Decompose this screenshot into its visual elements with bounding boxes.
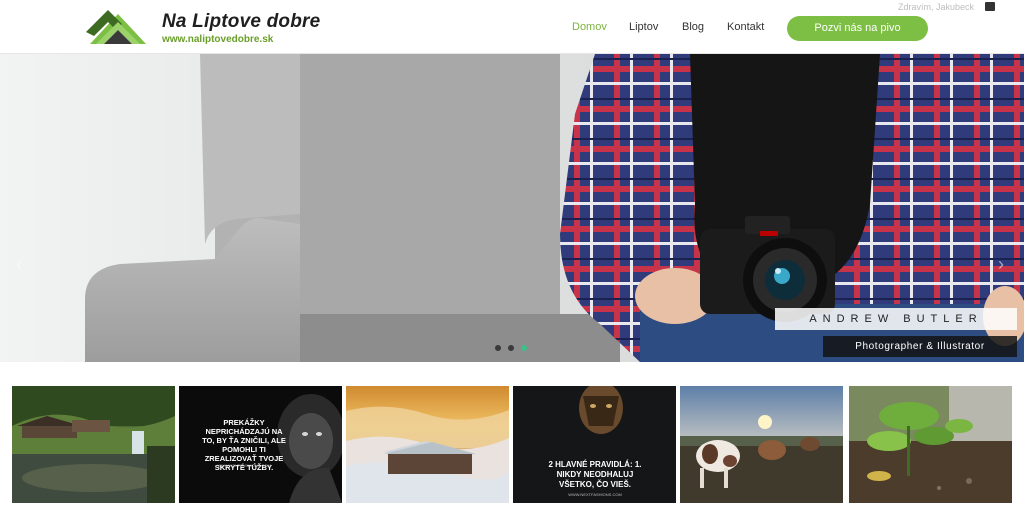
slider-dot-3[interactable]	[521, 345, 527, 351]
site-url: www.naliptovedobre.sk	[162, 34, 274, 45]
mountains-logo-icon	[86, 10, 146, 44]
thumbnail-plant-closeup[interactable]	[849, 386, 1012, 503]
thumbnail-gallery: PREKÁŽKY NEPRICHÁDZAJÚ NA TO, BY ŤA ZNIČ…	[12, 386, 1012, 503]
nav-item-liptov[interactable]: Liptov	[629, 21, 658, 33]
site-header: Na Liptove dobre www.naliptovedobre.sk D…	[0, 0, 1024, 54]
nav-item-domov[interactable]: Domov	[572, 21, 607, 33]
user-avatar-icon[interactable]	[985, 2, 995, 11]
tiger-quote-source: WWW.NEXTFASHIONS.COM	[568, 492, 622, 497]
slider-dot-1[interactable]	[495, 345, 501, 351]
thumbnail-mill-waterfall[interactable]	[12, 386, 175, 503]
nav-item-kontakt[interactable]: Kontakt	[727, 21, 764, 33]
cows-sunset-image	[680, 386, 843, 503]
thumbnail-cows-sunset[interactable]	[680, 386, 843, 503]
slider-dot-2[interactable]	[508, 345, 514, 351]
slide-caption-role: Photographer & Illustrator	[823, 336, 1017, 357]
cabin-clouds-image	[346, 386, 509, 503]
hero-slider[interactable]: ‹ › ANDREW BUTLER Photographer & Illustr…	[0, 54, 1024, 362]
top-user-greeting[interactable]: Zdravím, Jakubeck	[898, 2, 974, 12]
thumbnail-tiger-quote[interactable]: 2 HLAVNÉ PRAVIDLÁ: 1. NIKDY NEODHALUJ VŠ…	[513, 386, 676, 503]
plant-image	[849, 386, 1012, 503]
slide-caption-name: ANDREW BUTLER	[775, 308, 1017, 330]
tiger-quote-text: 2 HLAVNÉ PRAVIDLÁ: 1. NIKDY NEODHALUJ VŠ…	[548, 460, 642, 489]
lion-quote-source: WWW.NEXTFASHIONS.COM	[217, 463, 271, 468]
chevron-left-icon[interactable]: ‹	[16, 254, 22, 275]
thumbnail-cabin-clouds[interactable]	[346, 386, 509, 503]
thumbnail-lion-quote[interactable]: PREKÁŽKY NEPRICHÁDZAJÚ NA TO, BY ŤA ZNIČ…	[179, 386, 342, 503]
site-title: Na Liptove dobre	[162, 11, 321, 32]
buy-beer-button[interactable]: Pozvi nás na pivo	[787, 16, 928, 41]
nav-item-blog[interactable]: Blog	[682, 21, 704, 33]
chevron-right-icon[interactable]: ›	[998, 254, 1004, 275]
site-logo[interactable]: Na Liptove dobre www.naliptovedobre.sk	[86, 8, 326, 48]
mill-waterfall-image	[12, 386, 175, 503]
